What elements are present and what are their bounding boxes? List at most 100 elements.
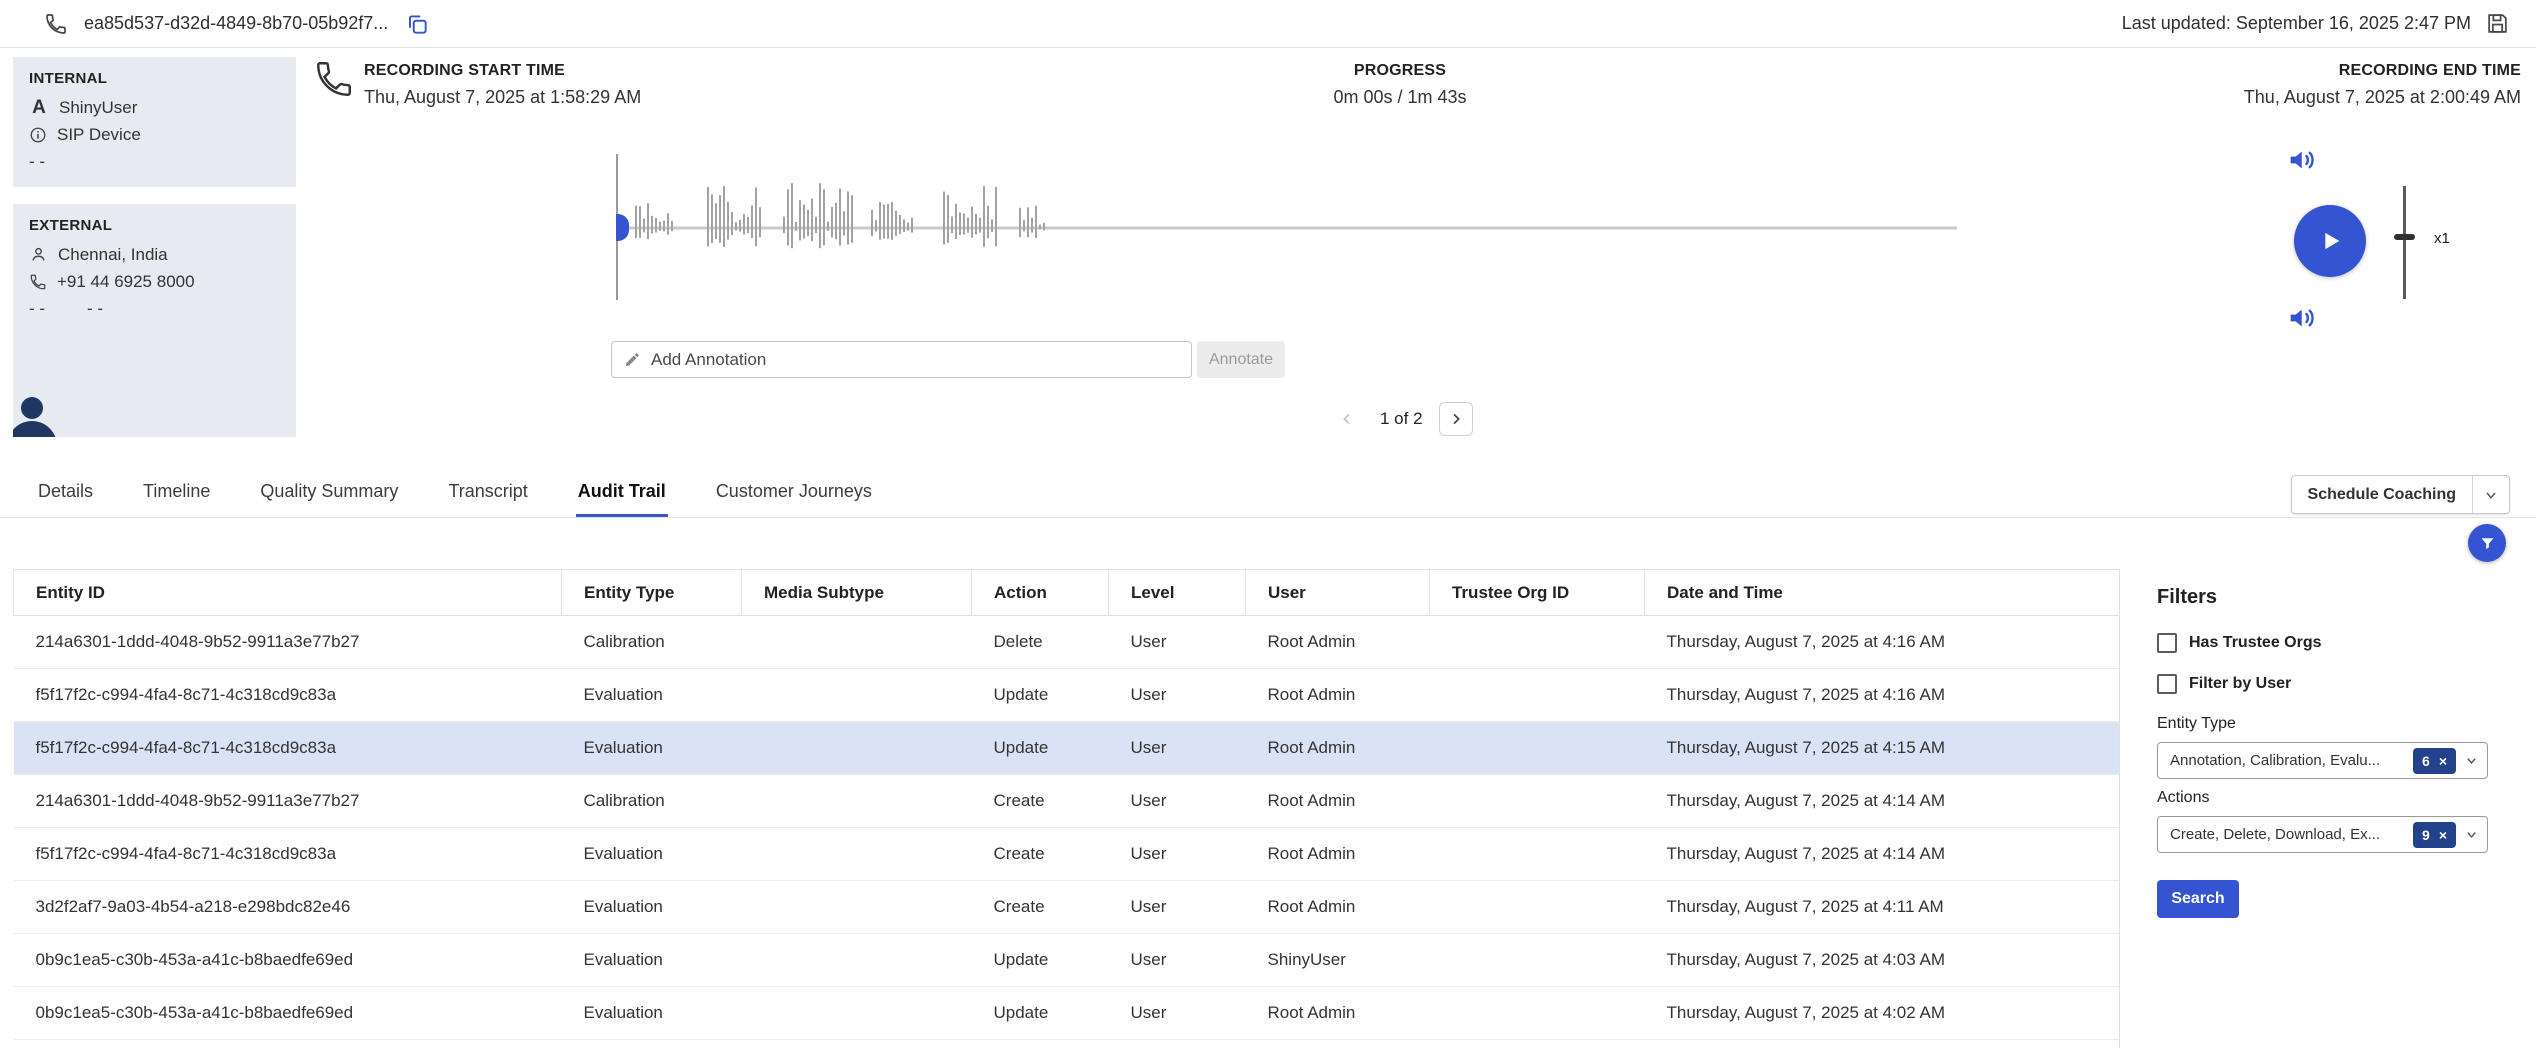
table-cell: f5f17f2c-c994-4fa4-8c71-4c318cd9c83a — [14, 669, 562, 722]
entity-type-label: Entity Type — [2157, 715, 2530, 733]
table-row[interactable]: 3d2f2af7-9a03-4b54-a218-e298bdc82e46Eval… — [14, 881, 2120, 934]
pagination: 1 of 2 — [1330, 402, 1473, 436]
has-trustee-orgs-label: Has Trustee Orgs — [2189, 634, 2322, 652]
audit-table-body: 214a6301-1ddd-4048-9b52-9911a3e77b27 Cali… — [14, 616, 2120, 1040]
table-cell: Evaluation — [562, 722, 742, 775]
table-cell: Evaluation — [562, 987, 742, 1040]
table-cell: 0b9c1ea5-c30b-453a-a41c-b8baedfe69ed — [14, 987, 562, 1040]
volume-icon-external[interactable] — [2286, 302, 2318, 334]
chevron-down-icon[interactable] — [2464, 827, 2479, 842]
clear-icon[interactable]: × — [2439, 753, 2447, 769]
table-cell: Thursday, August 7, 2025 at 4:16 AM — [1645, 669, 2120, 722]
table-cell: User — [1109, 934, 1246, 987]
tab-bar: Details Timeline Quality Summary Transcr… — [0, 469, 2536, 518]
play-button[interactable] — [2294, 205, 2366, 277]
table-row[interactable]: 0b9c1ea5-c30b-453a-a41c-b8baedfe69edEval… — [14, 934, 2120, 987]
tab-details[interactable]: Details — [36, 469, 95, 517]
internal-device: SIP Device — [57, 125, 141, 145]
speed-label: x1 — [2434, 230, 2450, 247]
header-action: Action — [972, 570, 1109, 616]
table-cell: Root Admin — [1246, 775, 1430, 828]
filter-by-user-checkbox[interactable] — [2157, 674, 2177, 694]
filters-title: Filters — [2157, 586, 2530, 609]
next-page-button[interactable] — [1439, 402, 1473, 436]
table-cell: Thursday, August 7, 2025 at 4:14 AM — [1645, 828, 2120, 881]
tab-transcript[interactable]: Transcript — [446, 469, 529, 517]
speed-slider-handle[interactable] — [2394, 234, 2415, 240]
has-trustee-orgs-checkbox[interactable] — [2157, 633, 2177, 653]
table-row[interactable]: 214a6301-1ddd-4048-9b52-9911a3e77b27Cali… — [14, 616, 2120, 669]
table-row[interactable]: f5f17f2c-c994-4fa4-8c71-4c318cd9c83aEval… — [14, 722, 2120, 775]
table-cell — [1430, 775, 1645, 828]
copy-icon[interactable] — [404, 11, 430, 37]
tab-quality-summary[interactable]: Quality Summary — [258, 469, 400, 517]
table-cell — [742, 934, 972, 987]
table-cell — [742, 987, 972, 1040]
previous-page-button[interactable] — [1330, 402, 1364, 436]
external-phone: +91 44 6925 8000 — [57, 272, 195, 292]
tab-audit-trail[interactable]: Audit Trail — [576, 469, 668, 517]
schedule-coaching-label: Schedule Coaching — [2292, 486, 2472, 504]
entity-type-value: Annotation, Calibration, Evalu... — [2170, 752, 2413, 769]
table-row[interactable]: f5f17f2c-c994-4fa4-8c71-4c318cd9c83aEval… — [14, 828, 2120, 881]
page-indicator: 1 of 2 — [1380, 409, 1423, 429]
table-row[interactable]: f5f17f2c-c994-4fa4-8c71-4c318cd9c83aEval… — [14, 669, 2120, 722]
top-bar: ea85d537-d32d-4849-8b70-05b92f7... Last … — [0, 0, 2536, 48]
table-cell: User — [1109, 828, 1246, 881]
table-cell — [742, 669, 972, 722]
save-icon[interactable] — [2485, 11, 2510, 36]
table-cell: Root Admin — [1246, 616, 1430, 669]
header-media-subtype: Media Subtype — [742, 570, 972, 616]
table-cell: User — [1109, 722, 1246, 775]
external-location: Chennai, India — [58, 245, 168, 265]
entity-type-select[interactable]: Annotation, Calibration, Evalu... 6 × — [2157, 742, 2488, 779]
table-cell: Evaluation — [562, 669, 742, 722]
table-cell: Thursday, August 7, 2025 at 4:15 AM — [1645, 722, 2120, 775]
chevron-down-icon[interactable] — [2473, 487, 2509, 503]
table-cell: Delete — [972, 616, 1109, 669]
table-cell — [1430, 616, 1645, 669]
table-cell: Thursday, August 7, 2025 at 4:02 AM — [1645, 987, 2120, 1040]
table-cell: User — [1109, 987, 1246, 1040]
annotation-input[interactable] — [651, 350, 1179, 370]
waveform[interactable] — [611, 154, 1962, 300]
pencil-icon — [624, 351, 641, 368]
annotate-button[interactable]: Annotate — [1197, 341, 1285, 378]
search-button[interactable]: Search — [2157, 880, 2239, 918]
table-cell: 3d2f2af7-9a03-4b54-a218-e298bdc82e46 — [14, 881, 562, 934]
table-cell — [742, 881, 972, 934]
tab-timeline[interactable]: Timeline — [141, 469, 212, 517]
table-cell: User — [1109, 775, 1246, 828]
clear-icon[interactable]: × — [2439, 827, 2447, 843]
external-party-panel: EXTERNAL Chennai, India +91 44 6925 8000… — [13, 204, 296, 437]
filter-button[interactable] — [2468, 524, 2506, 562]
volume-icon-internal[interactable] — [2286, 144, 2318, 176]
audit-trail-table: Entity ID Entity Type Media Subtype Acti… — [13, 569, 2120, 1040]
entity-type-count-chip[interactable]: 6 × — [2413, 748, 2456, 774]
table-cell: Update — [972, 987, 1109, 1040]
table-cell: Root Admin — [1246, 828, 1430, 881]
filters-panel: Filters Has Trustee Orgs Filter by User … — [2140, 569, 2530, 918]
tab-customer-journeys[interactable]: Customer Journeys — [714, 469, 874, 517]
table-cell: Calibration — [562, 616, 742, 669]
table-cell: User — [1109, 616, 1246, 669]
table-cell — [1430, 881, 1645, 934]
call-id: ea85d537-d32d-4849-8b70-05b92f7... — [84, 13, 388, 34]
waveform-svg — [611, 154, 1962, 300]
table-row[interactable]: 214a6301-1ddd-4048-9b52-9911a3e77b27Cali… — [14, 775, 2120, 828]
progress-value: 0m 00s / 1m 43s — [1280, 87, 1520, 108]
speed-slider-track[interactable] — [2403, 186, 2406, 299]
recording-phone-icon — [313, 58, 355, 100]
table-cell: Thursday, August 7, 2025 at 4:14 AM — [1645, 775, 2120, 828]
has-trustee-orgs-checkbox-row[interactable]: Has Trustee Orgs — [2157, 633, 2530, 653]
table-row[interactable]: 0b9c1ea5-c30b-453a-a41c-b8baedfe69edEval… — [14, 987, 2120, 1040]
person-icon — [29, 245, 48, 264]
actions-select[interactable]: Create, Delete, Download, Ex... 9 × — [2157, 816, 2488, 853]
actions-count-chip[interactable]: 9 × — [2413, 822, 2456, 848]
table-cell: User — [1109, 669, 1246, 722]
table-cell — [742, 616, 972, 669]
schedule-coaching-button[interactable]: Schedule Coaching — [2291, 475, 2510, 514]
chevron-down-icon[interactable] — [2464, 753, 2479, 768]
table-cell: 214a6301-1ddd-4048-9b52-9911a3e77b27 — [14, 775, 562, 828]
filter-by-user-checkbox-row[interactable]: Filter by User — [2157, 674, 2530, 694]
